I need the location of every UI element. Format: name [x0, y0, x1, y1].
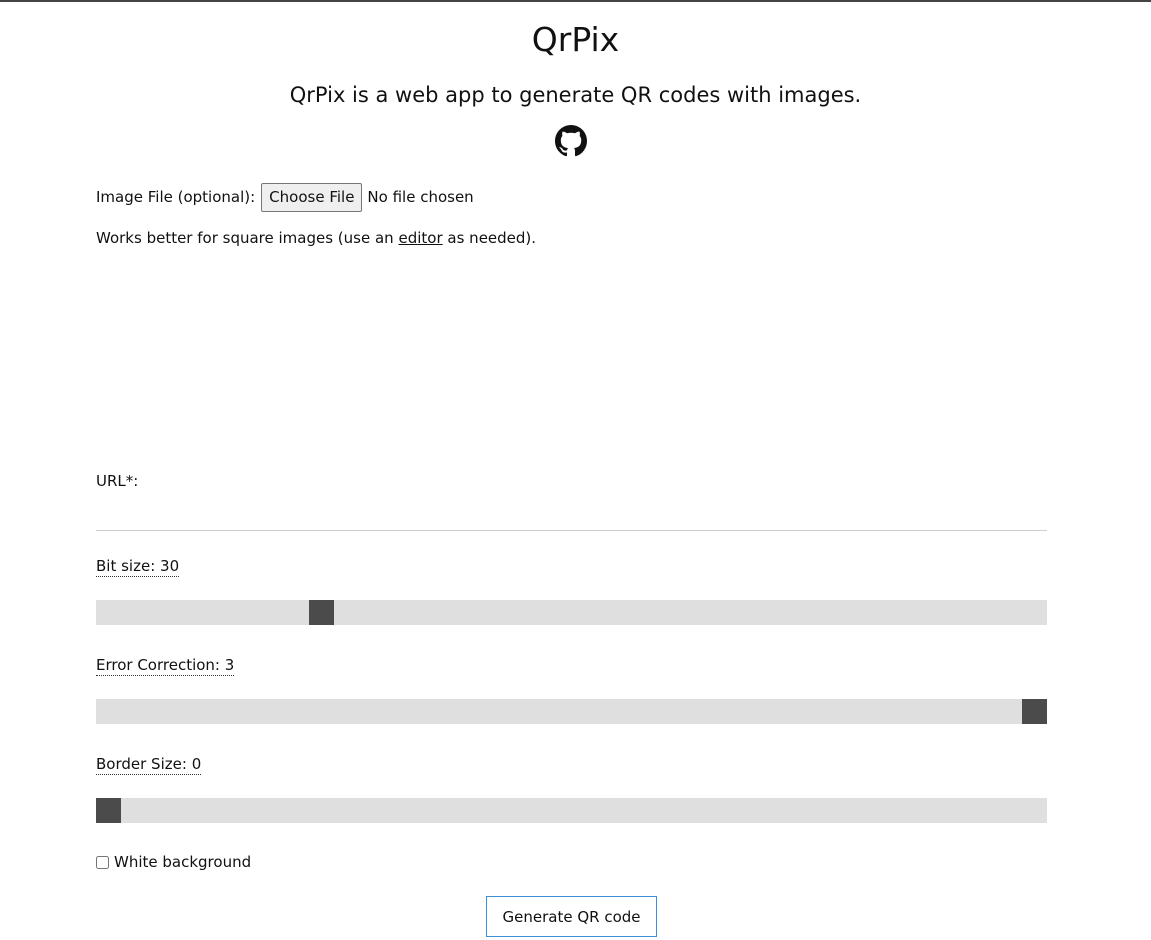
bit-size-label-text: Bit size: — [96, 557, 156, 575]
border-size-label-text: Border Size: — [96, 755, 187, 773]
error-correction-slider[interactable] — [96, 699, 1047, 724]
error-correction-label-text: Error Correction: — [96, 656, 220, 674]
white-background-row[interactable]: White background — [96, 853, 251, 871]
bit-size-value: 30 — [160, 557, 180, 575]
github-icon[interactable] — [555, 125, 587, 157]
white-background-label: White background — [114, 853, 252, 871]
bit-size-slider[interactable] — [96, 600, 1047, 625]
border-size-value: 0 — [191, 755, 202, 773]
error-correction-value: 3 — [224, 656, 235, 674]
border-size-slider-thumb[interactable] — [96, 798, 121, 823]
bit-size-label: Bit size: 30 — [96, 557, 180, 577]
error-correction-slider-thumb[interactable] — [1022, 699, 1047, 724]
border-size-slider[interactable] — [96, 798, 1047, 823]
square-images-note: Works better for square images (use an e… — [96, 229, 536, 247]
white-background-checkbox[interactable] — [96, 855, 109, 869]
editor-link[interactable]: editor — [398, 229, 442, 247]
image-file-label: Image File (optional): — [96, 188, 256, 206]
generate-qr-button[interactable]: Generate QR code — [486, 896, 657, 937]
note-suffix: as needed). — [447, 229, 537, 247]
bit-size-slider-thumb[interactable] — [309, 600, 334, 625]
file-status: No file chosen — [367, 188, 474, 206]
border-size-label: Border Size: 0 — [96, 755, 202, 775]
page-title: QrPix — [531, 20, 620, 59]
choose-file-button[interactable]: Choose File — [261, 182, 363, 212]
note-prefix: Works better for square images (use an — [96, 229, 394, 247]
url-label: URL*: — [96, 472, 139, 490]
image-file-row: Image File (optional): Choose File No fi… — [96, 181, 474, 213]
error-correction-label: Error Correction: 3 — [96, 656, 235, 676]
page-subtitle: QrPix is a web app to generate QR codes … — [289, 83, 862, 107]
url-input[interactable] — [96, 502, 1047, 531]
